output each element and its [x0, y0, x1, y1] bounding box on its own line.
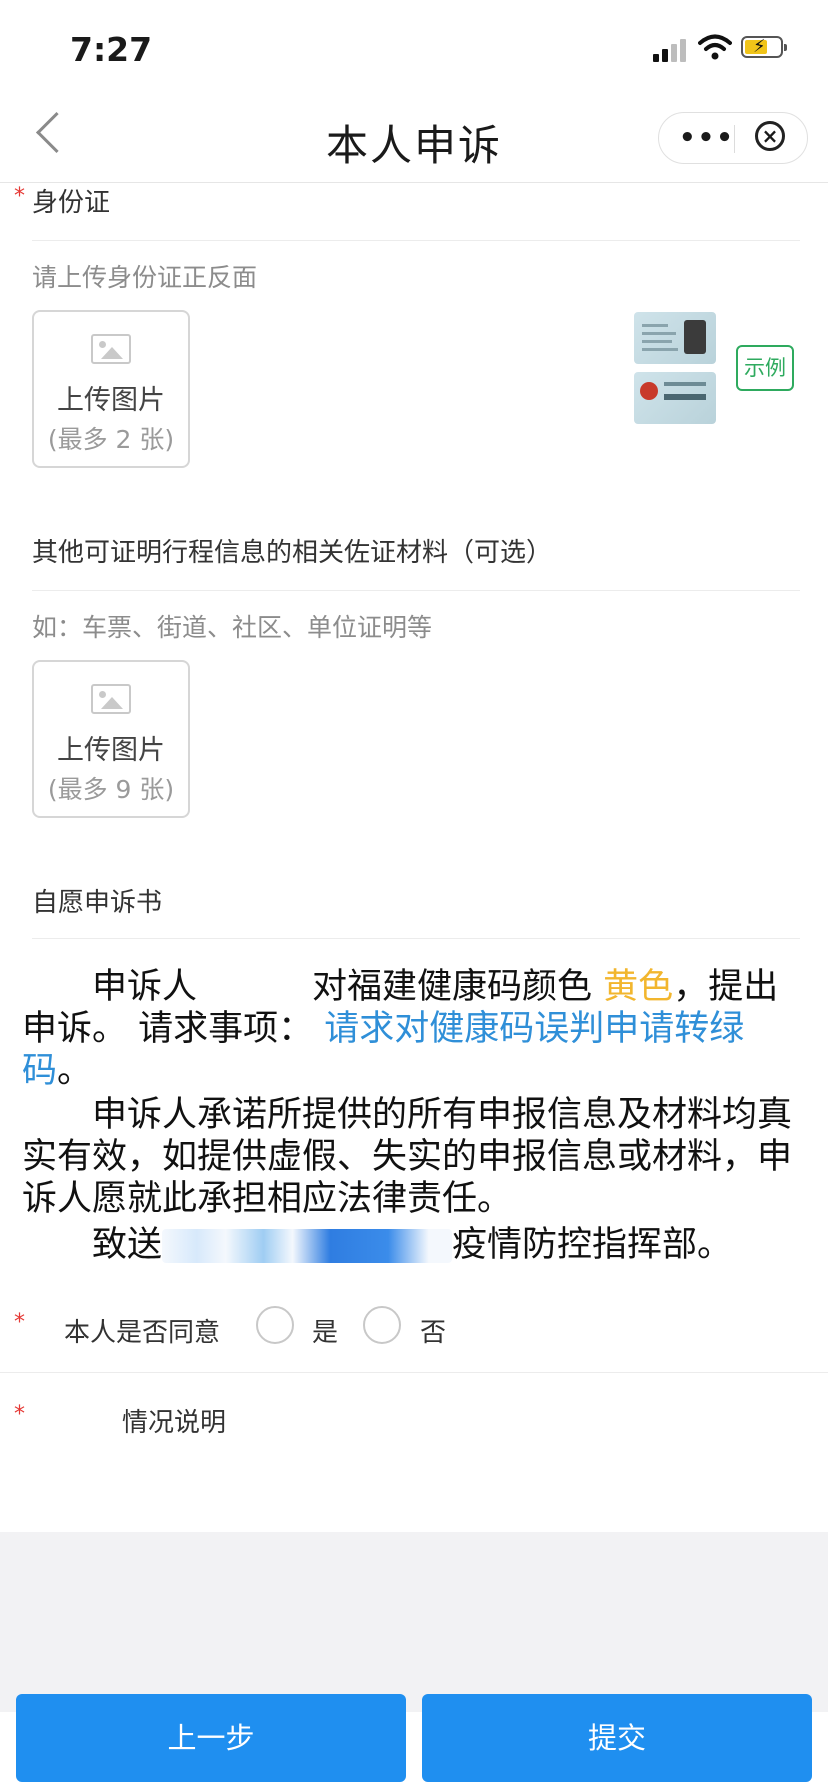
upload-label: 上传图片 — [57, 385, 165, 416]
consent-yes-radio[interactable] — [256, 1306, 294, 1344]
consent-no-label[interactable]: 否 — [420, 1312, 446, 1349]
required-mark: * — [14, 1402, 25, 1427]
wifi-icon — [698, 34, 732, 60]
redacted-name — [197, 973, 312, 1003]
id-card-upload-button[interactable]: 上传图片 (最多 2 张) — [32, 310, 190, 468]
battery-icon: ⚡ — [741, 36, 787, 58]
statement-paragraph-2: 申诉人承诺所提供的所有申报信息及材料均真实有效，如提供虚假、失实的申报信息或材料… — [22, 1094, 808, 1220]
footer-background — [0, 1532, 828, 1712]
divider — [0, 1372, 828, 1373]
explanation-label: 情况说明 — [122, 1408, 227, 1438]
upload-limit: (最多 9 张) — [47, 775, 175, 804]
consent-no-radio[interactable] — [363, 1306, 401, 1344]
statement-paragraph-3: 致送 疫情防控指挥部。 — [22, 1224, 808, 1266]
evidence-label: 其他可证明行程信息的相关佐证材料（可选） — [32, 538, 553, 568]
required-mark: * — [14, 1310, 25, 1335]
id-card-back-sample-image — [634, 372, 716, 424]
upload-limit: (最多 2 张) — [47, 425, 175, 454]
statement-text: 申诉人 — [92, 967, 198, 1007]
explanation-textarea[interactable] — [122, 1445, 802, 1525]
id-card-label: 身份证 — [32, 188, 111, 218]
statement-text: 申诉人承诺所提供的所有申报信息及材料均真实有效，如提供虚假、失实的申报信息或材料… — [22, 1095, 793, 1219]
capsule-divider — [734, 125, 735, 153]
upload-label: 上传图片 — [57, 735, 165, 766]
close-circle-icon[interactable]: × — [755, 121, 785, 151]
status-time: 7:27 — [70, 30, 153, 69]
image-icon — [91, 334, 131, 364]
health-code-color: 黄色 — [603, 967, 674, 1007]
id-card-hint: 请上传身份证正反面 — [32, 263, 258, 292]
nav-divider — [0, 182, 828, 183]
cellular-signal-icon — [653, 36, 689, 62]
divider — [32, 938, 800, 939]
submit-button[interactable]: 提交 — [422, 1694, 812, 1782]
example-button[interactable]: 示例 — [736, 345, 794, 391]
statement-paragraph-1: 申诉人 对福建健康码颜色 黄色，提出申诉。 请求事项： 请求对健康码误判申请转绿码… — [22, 966, 808, 1092]
divider — [32, 590, 800, 591]
evidence-upload-button[interactable]: 上传图片 (最多 9 张) — [32, 660, 190, 818]
statement-text: 对福建健康码颜色 — [312, 967, 593, 1007]
statement-text: 。 — [57, 1051, 93, 1091]
mini-program-capsule: ••• × — [658, 112, 808, 164]
previous-step-button[interactable]: 上一步 — [16, 1694, 406, 1782]
required-mark: * — [14, 184, 25, 209]
more-dots-icon[interactable]: ••• — [679, 123, 735, 153]
statement-text: 疫情防控指挥部。 — [452, 1225, 733, 1265]
image-icon — [91, 684, 131, 714]
divider — [32, 240, 800, 241]
statement-label: 自愿申诉书 — [32, 888, 163, 918]
redacted-authority — [162, 1229, 453, 1263]
evidence-hint: 如：车票、街道、社区、单位证明等 — [32, 613, 433, 642]
id-card-front-sample-image — [634, 312, 716, 364]
consent-label: 本人是否同意 — [64, 1318, 221, 1348]
consent-yes-label[interactable]: 是 — [312, 1312, 338, 1349]
statement-text: 致送 — [92, 1225, 163, 1265]
